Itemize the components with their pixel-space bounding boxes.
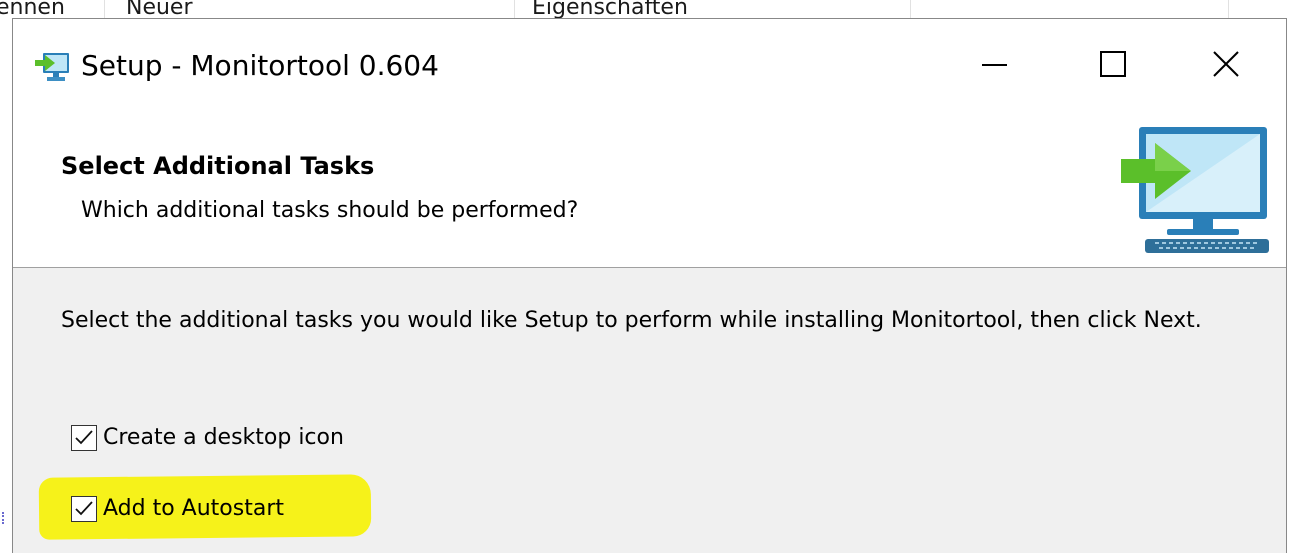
monitor-install-arrow-icon xyxy=(1121,127,1269,253)
task-label: Create a desktop icon xyxy=(103,425,344,450)
setup-monitor-icon xyxy=(35,53,69,81)
check-icon xyxy=(75,501,93,516)
screen: ennen Neuer Eigenschaften Setup - Monito… xyxy=(0,0,1291,553)
close-button[interactable] xyxy=(1176,35,1276,95)
task-label: Add to Autostart xyxy=(103,496,284,521)
task-add-to-autostart[interactable]: Add to Autostart xyxy=(71,491,284,527)
wizard-header: Select Additional Tasks Which additional… xyxy=(13,109,1286,268)
check-icon xyxy=(75,430,93,445)
maximize-icon xyxy=(1100,51,1126,77)
page-subtitle: Which additional tasks should be perform… xyxy=(81,198,579,223)
setup-dialog: Setup - Monitortool 0.604 Select Additio… xyxy=(12,18,1287,553)
wizard-body: Select the additional tasks you would li… xyxy=(13,268,1286,553)
background-window-edge xyxy=(0,24,12,553)
maximize-button[interactable] xyxy=(1063,35,1163,95)
instruction-text: Select the additional tasks you would li… xyxy=(61,308,1202,333)
minimize-icon xyxy=(982,64,1007,66)
checkbox-create-desktop-icon[interactable] xyxy=(71,425,97,451)
background-focus-mark xyxy=(2,512,8,524)
minimize-button[interactable] xyxy=(945,35,1045,95)
close-icon xyxy=(1213,51,1239,77)
checkbox-add-to-autostart[interactable] xyxy=(71,496,97,522)
task-create-desktop-icon[interactable]: Create a desktop icon xyxy=(71,420,344,456)
window-title: Setup - Monitortool 0.604 xyxy=(81,49,439,82)
page-title: Select Additional Tasks xyxy=(61,152,375,180)
title-bar[interactable]: Setup - Monitortool 0.604 xyxy=(13,19,1286,109)
